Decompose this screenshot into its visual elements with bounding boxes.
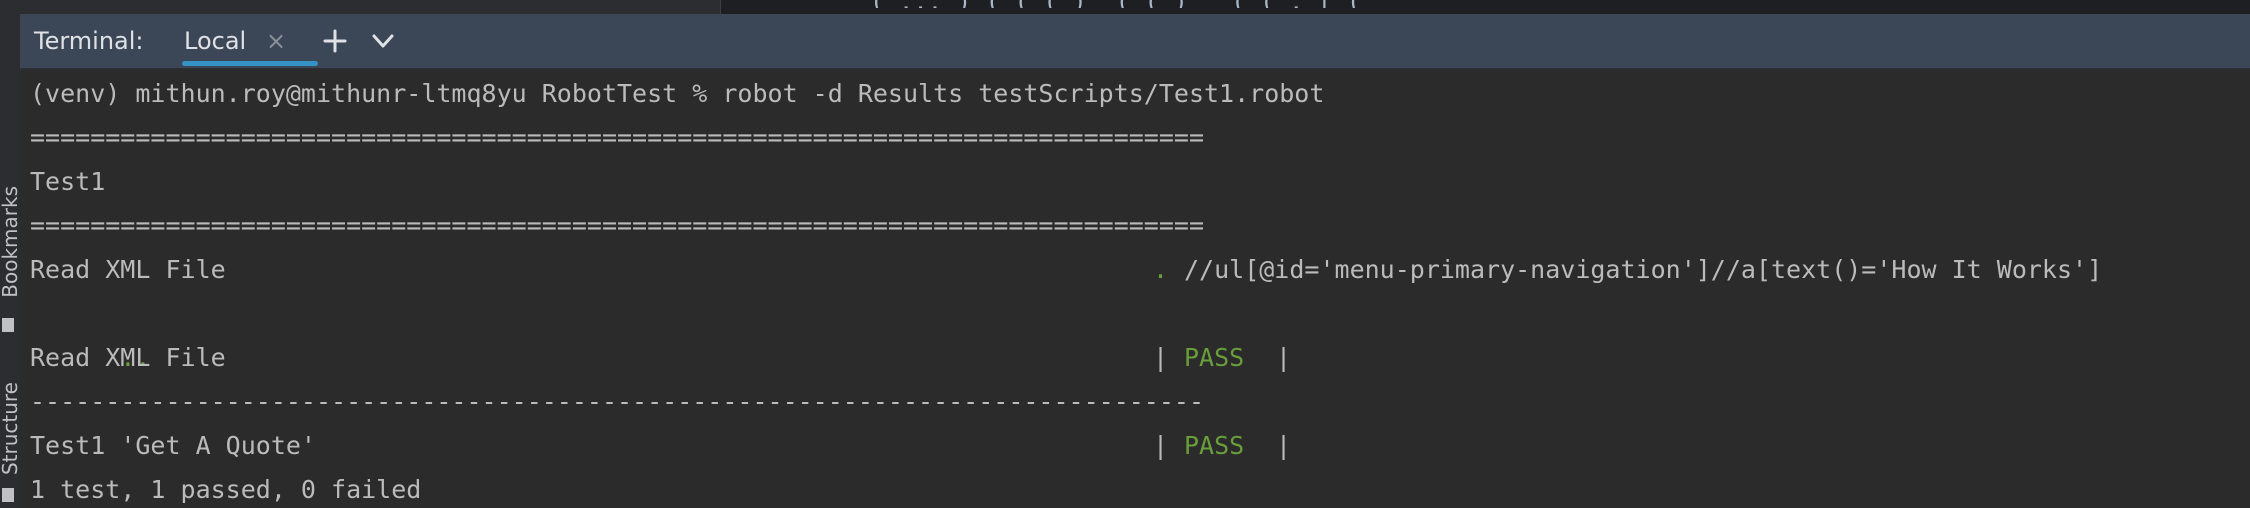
suite-name: Test1 bbox=[30, 167, 106, 196]
test-name: Read XML File bbox=[30, 255, 226, 284]
command-line: (venv) mithun.roy@mithunr-ltmq8yu RobotT… bbox=[30, 79, 1325, 108]
terminal-tab-bar: Terminal: Local × bbox=[20, 14, 2250, 69]
close-icon[interactable]: × bbox=[266, 26, 286, 56]
structure-tool-tab[interactable]: Structure bbox=[0, 368, 20, 508]
dash-separator: ----------------------------------------… bbox=[30, 387, 1204, 416]
test-name: Read XML File bbox=[30, 343, 226, 372]
result-pipe-right: | bbox=[1276, 431, 1292, 460]
status-badge: PASS bbox=[1184, 431, 1245, 460]
terminal-title: Terminal: bbox=[34, 27, 144, 55]
result-pipe-right: | bbox=[1276, 343, 1292, 372]
result-pipe-left: | bbox=[1153, 431, 1169, 460]
continuation-row: .. 'Get A Quote' bbox=[30, 292, 316, 460]
structure-icon bbox=[2, 488, 14, 502]
bookmarks-tool-tab[interactable]: Bookmarks bbox=[0, 150, 21, 332]
test-log-row: Read XML File . //ul[@id='menu-primary-n… bbox=[30, 248, 2230, 292]
editor-area-partial: ( ... ) ( ( ( )' ( ( ) ' ( ( . [ ( bbox=[20, 0, 2250, 14]
tab-local[interactable]: Local × bbox=[164, 14, 322, 68]
plus-icon[interactable] bbox=[318, 24, 352, 58]
suite-result-row: Test1 | PASS | bbox=[30, 424, 1430, 468]
chevron-down-icon[interactable] bbox=[366, 24, 400, 58]
status-badge: PASS bbox=[1184, 343, 1245, 372]
test-result-row: Read XML File | PASS | bbox=[30, 336, 1430, 380]
structure-tool-label: Structure bbox=[0, 382, 21, 476]
log-dot: . bbox=[1153, 255, 1169, 284]
editor-gutter-partial bbox=[20, 0, 721, 14]
result-pipe-left: | bbox=[1153, 343, 1169, 372]
suite-name: Test1 bbox=[30, 431, 106, 460]
terminal-output[interactable]: (venv) mithun.roy@mithunr-ltmq8yu RobotT… bbox=[20, 70, 2250, 508]
editor-code-partial: ( ... ) ( ( ( )' ( ( ) ' ( ( . [ ( bbox=[870, 0, 2250, 8]
separator-line: ========================================… bbox=[30, 211, 1204, 240]
separator-line: ========================================… bbox=[30, 123, 1204, 152]
log-xpath: //ul[@id='menu-primary-navigation']//a[t… bbox=[1184, 255, 2103, 284]
bookmark-icon bbox=[2, 318, 14, 332]
summary-line: 1 test, 1 passed, 0 failed bbox=[30, 475, 422, 504]
tool-window-strip: Bookmarks Structure bbox=[0, 0, 21, 508]
tab-local-label: Local bbox=[184, 27, 247, 55]
bookmarks-tool-label: Bookmarks bbox=[0, 186, 21, 298]
active-tab-indicator bbox=[182, 61, 318, 66]
ide-window: Bookmarks Structure ( ... ) ( ( ( )' ( (… bbox=[0, 0, 2250, 508]
